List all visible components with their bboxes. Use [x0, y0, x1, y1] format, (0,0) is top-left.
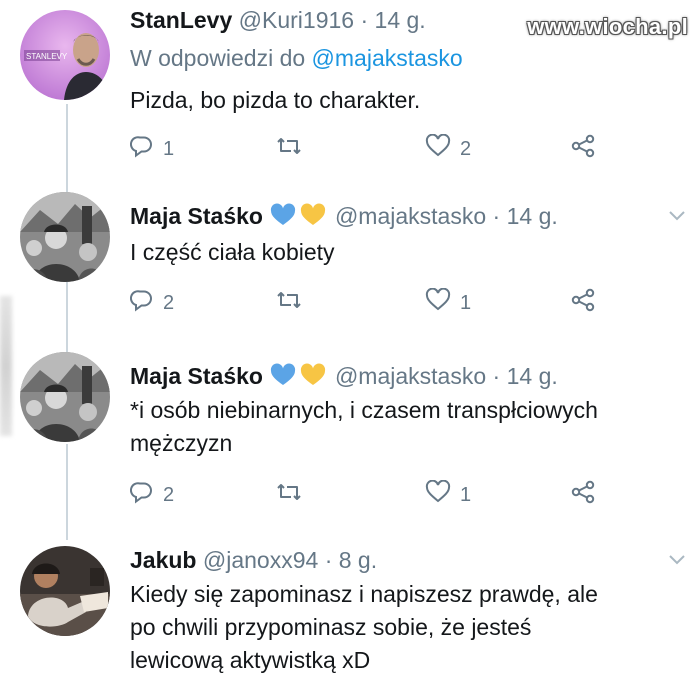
like-count: 2	[460, 137, 472, 160]
share-button[interactable]	[570, 288, 596, 318]
blue-heart-icon	[270, 203, 296, 225]
separator-dot: ·	[360, 7, 369, 33]
author-name[interactable]: Maja Staśko	[130, 363, 263, 389]
reply-icon	[130, 480, 154, 510]
separator-dot: ·	[492, 363, 501, 389]
heart-icon	[425, 287, 451, 318]
heart-emojis	[269, 203, 329, 233]
separator-dot: ·	[324, 547, 333, 573]
timestamp[interactable]: 14 g.	[507, 363, 558, 389]
retweet-button[interactable]	[275, 288, 312, 318]
author-handle[interactable]: @majakstasko	[335, 203, 486, 229]
share-button[interactable]	[570, 134, 596, 164]
tweet-text-line: po chwili przypominasz sobie, że jesteś	[130, 614, 532, 640]
reply-context: W odpowiedzi do @majakstasko	[130, 44, 463, 72]
tweet-text: *i osób niebinarnych, i czasem transpłci…	[130, 394, 690, 460]
tweet-actions: 1 2	[130, 133, 610, 164]
author-name[interactable]: Jakub	[130, 547, 196, 573]
tweet[interactable]: Jakub @janoxx94 · 8 g. Kiedy się zapomin…	[0, 540, 700, 686]
share-button[interactable]	[570, 480, 596, 510]
tweet-text: Pizda, bo pizda to charakter.	[130, 87, 421, 113]
yellow-heart-icon	[300, 363, 326, 385]
heart-emojis	[269, 363, 329, 393]
reply-prefix: W odpowiedzi do	[130, 45, 306, 71]
author-handle[interactable]: @Kuri1916	[239, 7, 354, 33]
avatar-caption: STANLEVY	[26, 52, 68, 61]
blue-heart-icon	[270, 363, 296, 385]
share-icon	[570, 134, 596, 164]
retweet-icon	[275, 288, 303, 318]
like-button[interactable]: 2	[425, 133, 472, 164]
timestamp[interactable]: 8 g.	[339, 547, 377, 573]
retweet-button[interactable]	[275, 480, 312, 510]
like-button[interactable]: 1	[425, 479, 472, 510]
tweet-text-line: *i osób niebinarnych, i czasem transpłci…	[130, 397, 598, 423]
tweet-text-line: lewicową aktywistką xD	[130, 647, 371, 673]
author-handle[interactable]: @majakstasko	[335, 363, 486, 389]
avatar[interactable]	[20, 192, 110, 282]
yellow-heart-icon	[300, 203, 326, 225]
tweet-text-line: Kiedy się zapominasz i napiszesz prawdę,…	[130, 581, 598, 607]
reply-button[interactable]: 1	[130, 134, 174, 164]
reply-count: 1	[163, 137, 175, 160]
chevron-down-icon[interactable]	[668, 210, 686, 222]
reply-count: 2	[163, 291, 175, 314]
like-button[interactable]: 1	[425, 287, 472, 318]
tweet-actions: 2 1	[130, 287, 610, 318]
chevron-down-icon[interactable]	[668, 554, 686, 566]
tweet[interactable]: Maja Staśko @majakstasko · 14 g. *i osób …	[0, 352, 700, 532]
tweet-actions: 2 1	[130, 479, 610, 510]
retweet-icon	[275, 134, 303, 164]
tweet-text: I część ciała kobiety	[130, 239, 335, 265]
heart-icon	[425, 133, 451, 164]
author-name[interactable]: Maja Staśko	[130, 203, 263, 229]
avatar[interactable]: STANLEVY	[20, 10, 110, 100]
heart-icon	[425, 479, 451, 510]
reply-button[interactable]: 2	[130, 288, 174, 318]
avatar[interactable]	[20, 352, 110, 442]
author-handle[interactable]: @janoxx94	[203, 547, 318, 573]
share-icon	[570, 480, 596, 510]
share-icon	[570, 288, 596, 318]
tweet-text: Kiedy się zapominasz i napiszesz prawdę,…	[130, 578, 690, 677]
author-name[interactable]: StanLevy	[130, 7, 232, 33]
tweet[interactable]: STANLEVY StanLevy @Kuri1916 · 14 g. W od…	[0, 0, 700, 180]
reply-icon	[130, 288, 154, 318]
timestamp[interactable]: 14 g.	[507, 203, 558, 229]
reply-button[interactable]: 2	[130, 480, 174, 510]
avatar[interactable]	[20, 546, 110, 636]
separator-dot: ·	[492, 203, 501, 229]
timestamp[interactable]: 14 g.	[375, 7, 426, 33]
like-count: 1	[460, 291, 472, 314]
retweet-button[interactable]	[275, 134, 312, 164]
like-count: 1	[460, 483, 472, 506]
tweet-text-line: mężczyzn	[130, 430, 233, 456]
tweet[interactable]: Maja Staśko @majakstasko · 14 g. I część …	[0, 192, 700, 342]
reply-count: 2	[163, 483, 175, 506]
reply-mention-link[interactable]: @majakstasko	[312, 45, 463, 71]
reply-icon	[130, 134, 154, 164]
retweet-icon	[275, 480, 303, 510]
